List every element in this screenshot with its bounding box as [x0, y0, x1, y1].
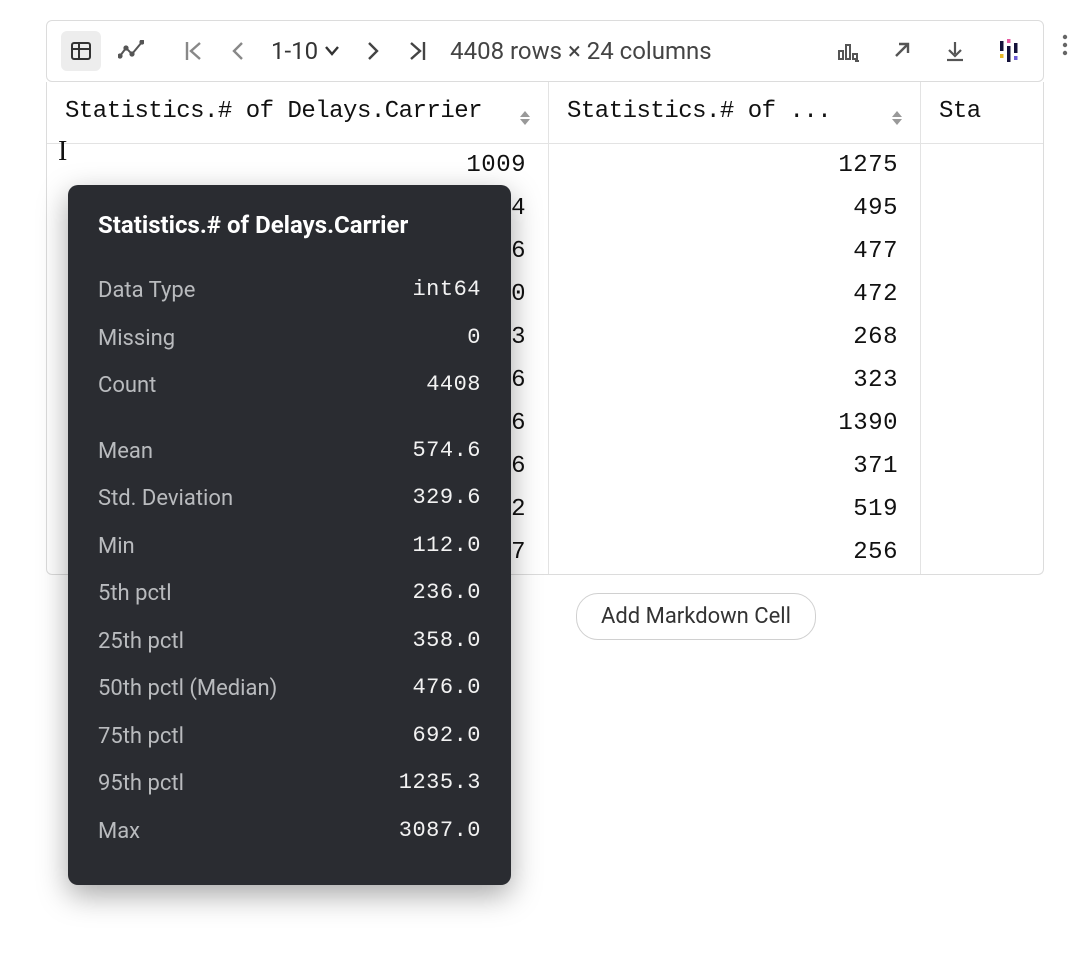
first-page-button[interactable]	[177, 31, 211, 71]
cell[interactable]: 1009	[47, 144, 549, 187]
download-icon[interactable]	[935, 31, 975, 71]
bar-chart-icon[interactable]	[827, 31, 867, 71]
stat-row-count: Count4408	[98, 362, 481, 410]
prev-page-button[interactable]	[221, 31, 255, 71]
column-stats-tooltip: Statistics.# of Delays.Carrier Data Type…	[68, 185, 511, 885]
column-header-carrier[interactable]: Statistics.# of Delays.Carrier	[47, 82, 549, 143]
cell[interactable]: 495	[549, 187, 921, 230]
stat-row-datatype: Data Typeint64	[98, 267, 481, 315]
stat-row-p5: 5th pctl236.0	[98, 570, 481, 618]
cell[interactable]: 1390	[549, 402, 921, 445]
cell[interactable]: 1275	[549, 144, 921, 187]
last-page-button[interactable]	[400, 31, 434, 71]
cell[interactable]: 268	[549, 316, 921, 359]
page-range-label: 1-10	[271, 37, 318, 65]
stat-row-max: Max3087.0	[98, 808, 481, 856]
stat-row-missing: Missing0	[98, 315, 481, 363]
table-view-button[interactable]	[61, 31, 101, 71]
sort-icon[interactable]	[520, 98, 530, 125]
column-header-label: Statistics.# of Delays.Carrier	[65, 98, 482, 125]
stat-row-min: Min112.0	[98, 523, 481, 571]
column-header-label: Statistics.# of ...	[567, 98, 831, 125]
stat-row-p50: 50th pctl (Median)476.0	[98, 665, 481, 713]
column-header-second[interactable]: Statistics.# of ...	[549, 82, 921, 143]
add-markdown-cell-button[interactable]: Add Markdown Cell	[576, 593, 816, 640]
cell[interactable]: 371	[549, 445, 921, 488]
stat-row-p75: 75th pctl692.0	[98, 713, 481, 761]
table-header-row: Statistics.# of Delays.Carrier Statistic…	[47, 82, 1043, 144]
column-header-label: Sta	[939, 98, 981, 125]
page-range-dropdown[interactable]: 1-10	[265, 37, 346, 65]
stat-row-mean: Mean574.6	[98, 428, 481, 476]
pandas-icon[interactable]	[989, 31, 1029, 71]
more-menu-button[interactable]	[1051, 31, 1072, 59]
stats-title: Statistics.# of Delays.Carrier	[98, 211, 481, 239]
text-cursor-icon: I	[58, 136, 67, 168]
data-toolbar: 1-10 4408 rows × 24 columns	[46, 20, 1044, 82]
sort-icon[interactable]	[892, 98, 902, 125]
cell[interactable]: 477	[549, 230, 921, 273]
stat-row-std: Std. Deviation329.6	[98, 475, 481, 523]
chart-view-button[interactable]	[111, 31, 151, 71]
stat-row-p25: 25th pctl358.0	[98, 618, 481, 666]
next-page-button[interactable]	[356, 31, 390, 71]
stat-row-p95: 95th pctl1235.3	[98, 760, 481, 808]
open-external-icon[interactable]	[881, 31, 921, 71]
cell[interactable]: 472	[549, 273, 921, 316]
table-row: 10091275	[47, 144, 1043, 187]
button-label: Add Markdown Cell	[601, 604, 791, 629]
table-shape-label: 4408 rows × 24 columns	[450, 37, 712, 65]
cell[interactable]: 256	[549, 531, 921, 574]
cell[interactable]: 323	[549, 359, 921, 402]
cell[interactable]: 519	[549, 488, 921, 531]
chevron-down-icon	[324, 45, 340, 57]
column-header-third[interactable]: Sta	[921, 82, 1043, 143]
